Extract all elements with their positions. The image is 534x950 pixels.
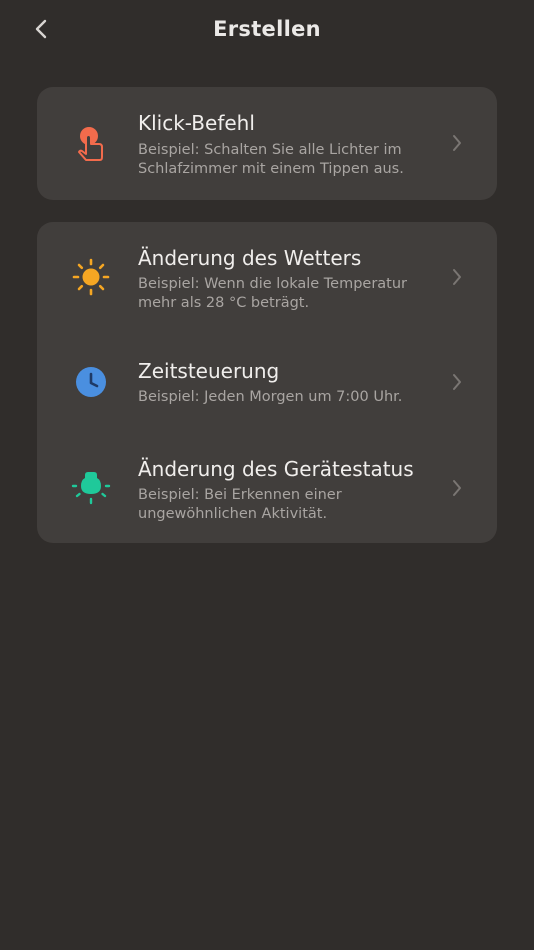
create-screen: Erstellen Klick-Befehl Beispiel: Schalte… — [0, 0, 534, 950]
header: Erstellen — [0, 0, 534, 60]
card-automatic-triggers: Änderung des Wetters Beispiel: Wenn die … — [37, 222, 497, 543]
option-device-status-change[interactable]: Änderung des Gerätestatus Beispiel: Bei … — [37, 432, 497, 543]
option-description: Beispiel: Schalten Sie alle Lichter im S… — [138, 142, 404, 177]
sun-icon — [71, 257, 111, 297]
chevron-right-icon — [447, 131, 467, 155]
page-title: Erstellen — [213, 17, 321, 41]
option-title: Änderung des Wetters — [138, 246, 362, 270]
option-title: Zeitsteuerung — [138, 359, 280, 383]
option-title: Klick-Befehl — [138, 111, 255, 135]
option-description: Beispiel: Jeden Morgen um 7:00 Uhr. — [138, 389, 403, 405]
option-title: Änderung des Gerätestatus — [138, 457, 414, 481]
option-time-schedule[interactable]: Zeitsteuerung Beispiel: Jeden Morgen um … — [37, 332, 497, 432]
option-description: Beispiel: Bei Erkennen einer ungewöhnlic… — [138, 487, 342, 522]
chevron-right-icon — [447, 265, 467, 289]
chevron-right-icon — [447, 476, 467, 500]
chevron-right-icon — [447, 370, 467, 394]
clock-icon — [71, 362, 111, 402]
tap-finger-icon — [71, 124, 111, 164]
option-description: Beispiel: Wenn die lokale Temperatur meh… — [138, 276, 408, 311]
option-weather-change[interactable]: Änderung des Wetters Beispiel: Wenn die … — [37, 222, 497, 332]
option-click-command[interactable]: Klick-Befehl Beispiel: Schalten Sie alle… — [37, 87, 497, 200]
device-sensor-icon — [71, 468, 111, 508]
card-manual-trigger: Klick-Befehl Beispiel: Schalten Sie alle… — [37, 87, 497, 200]
